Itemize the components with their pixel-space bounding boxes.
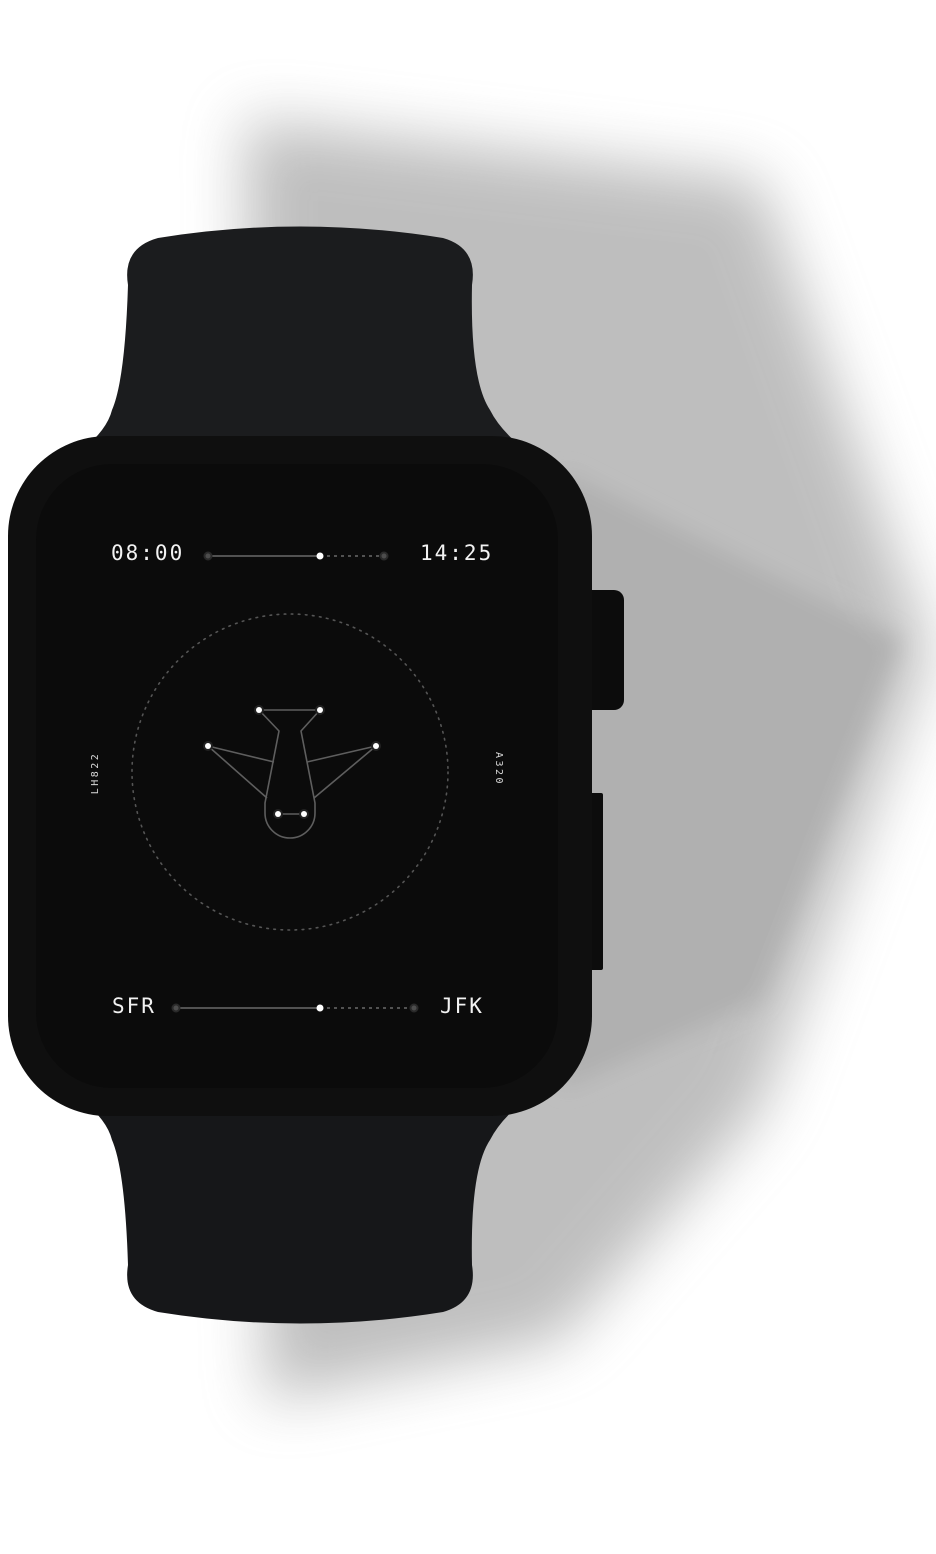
- aircraft-type: A320: [493, 751, 504, 787]
- origin-airport: SFR: [112, 994, 156, 1018]
- destination-airport: JFK: [440, 994, 484, 1018]
- watch-strap-bottom: [82, 1100, 525, 1324]
- time-current-dot: [316, 552, 324, 560]
- route-start-dot: [171, 1003, 181, 1013]
- route-current-dot: [316, 1004, 324, 1012]
- route-end-dot: [409, 1003, 419, 1013]
- flight-number: LH822: [90, 751, 101, 795]
- watch-scene: 08:00 14:25 SFR JFK LH822 A320: [0, 0, 936, 1550]
- departure-time: 08:00: [111, 541, 185, 565]
- arrival-time: 14:25: [420, 541, 494, 565]
- time-end-dot: [379, 551, 389, 561]
- watch-illustration: [8, 120, 930, 1400]
- watch-strap-top: [82, 226, 525, 450]
- time-start-dot: [203, 551, 213, 561]
